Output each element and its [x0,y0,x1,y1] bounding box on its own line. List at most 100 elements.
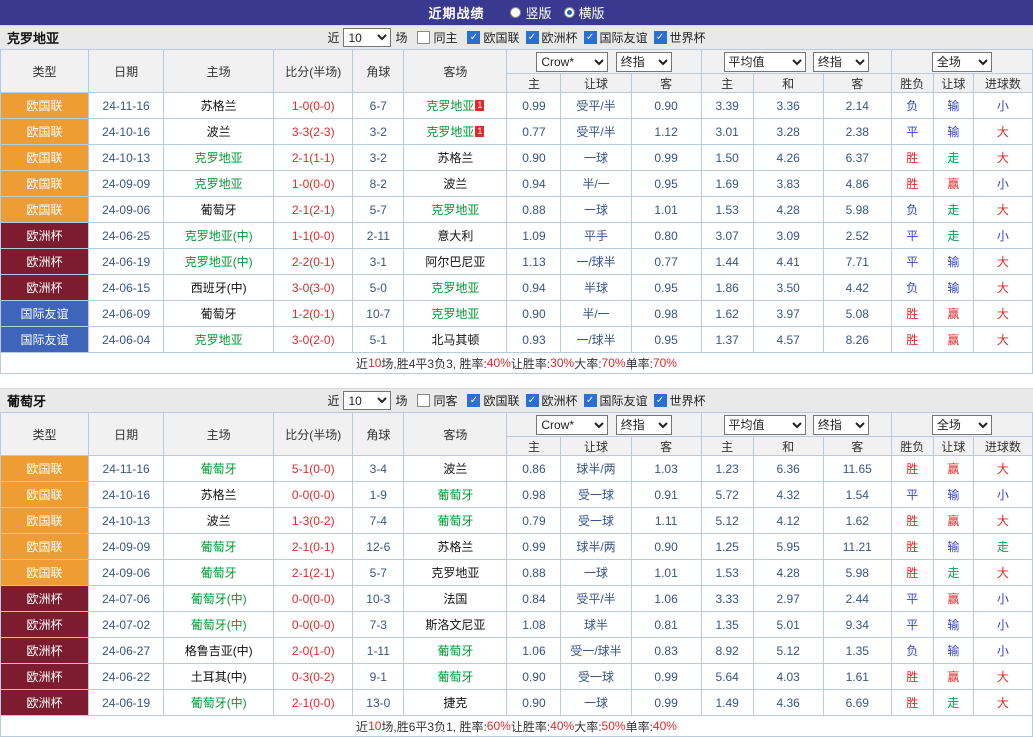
avg-odds-draw: 3.50 [752,274,824,301]
result-handicap: 赢 [932,585,974,612]
odds-time-select[interactable]: 终指 [615,51,672,72]
summary-segment: 40% [486,356,511,370]
avg-odds-away: 11.21 [822,533,892,560]
corner-count: 7-4 [352,507,405,534]
away-team: 苏格兰 [403,533,508,560]
match-row: 欧国联 24-09-06 葡萄牙 2-1(2-1) 5-7 克罗地亚 0.88 一球 1.01 1… [0,196,1033,223]
section-gap [0,374,1033,388]
away-team: 法国 [403,585,508,612]
result-outcome: 负 [890,637,934,664]
team-section: 葡萄牙 近 10 场 同客 ✓ 欧国联 ✓ 欧洲杯 ✓ 国际友谊 ✓ 世界杯 类… [0,388,1033,737]
summary-segment: 场,胜6平3负1, 胜率: [381,719,487,734]
avg-odds-home: 1.44 [700,248,754,275]
handicap-odds-home: 0.88 [506,559,562,586]
scope-select[interactable]: 全场 [931,414,992,435]
comp-filter-world-cup[interactable]: ✓ 世界杯 [653,392,706,409]
avg-value-select[interactable]: 平均值 [723,51,806,72]
match-row: 欧洲杯 24-07-02 葡萄牙(中) 0-0(0-0) 7-3 斯洛文尼亚 1.08 球半 0… [0,611,1033,638]
same-venue-filter[interactable]: 同客 [417,392,457,409]
match-date: 24-10-13 [88,144,165,171]
away-team: 葡萄牙 [403,481,508,508]
home-team-name: 葡萄牙(中) [190,696,247,710]
result-outcome: 平 [890,248,934,275]
scope-select[interactable]: 全场 [931,51,992,72]
result-outcome: 胜 [890,507,934,534]
avg-odds-home: 1.53 [700,196,754,223]
comp-filter-euro-cup[interactable]: ✓ 欧洲杯 [525,29,578,46]
corner-count: 5-7 [352,196,405,223]
layout-radio-horizontal[interactable]: 横版 [563,3,605,22]
comp-filter-nations-league[interactable]: ✓ 欧国联 [467,29,520,46]
checkbox-icon: ✓ [583,394,597,407]
home-team-name: 克罗地亚 [194,177,243,191]
subcol-result-outcome: 胜负 [890,73,934,93]
col-header-home: 主场 [163,49,275,93]
away-team-name: 克罗地亚 [426,125,475,139]
sections-container: 克罗地亚 近 10 场 同主 ✓欧国联✓欧洲杯✓国际友谊✓世界杯 [0,25,1033,737]
handicap-odds-away: 0.99 [630,689,702,716]
avg-value-select[interactable]: 平均值 [723,414,806,435]
handicap-odds-away: 1.11 [630,507,702,534]
layout-radio-vertical[interactable]: 竖版 [510,3,552,22]
recent-results-page: 近期战绩 竖版 横版 克罗地亚 近 10 场 同主 ✓ 欧国联 ✓ 欧洲杯 ✓ 国际友谊 ✓ 世… [0,0,1033,737]
odds-company-select[interactable]: Crow* [536,414,609,435]
competition-badge: 欧国联 [0,118,90,145]
match-date: 24-11-16 [88,455,165,482]
away-team: 葡萄牙 [403,637,508,664]
match-row: 欧国联 24-11-16 葡萄牙 5-1(0-0) 3-4 波兰 0.86 球半/两 1.03 1… [0,455,1033,482]
away-team-name: 苏格兰 [437,151,474,165]
result-goals: 小 [972,481,1033,508]
col-header-type: 类型 [0,49,90,93]
same-venue-filter[interactable]: 同主 [417,29,457,46]
match-score: 0-0(0-0) [273,585,354,612]
subcol-handicap-home: 主 [506,436,562,456]
competition-filters: ✓ 欧国联 ✓ 欧洲杯 ✓ 国际友谊 ✓ 世界杯 [461,29,706,46]
avg-time-select[interactable]: 终指 [812,51,869,72]
competition-badge: 欧洲杯 [0,248,90,275]
avg-odds-away: 8.26 [822,326,892,353]
summary-segment: 70% [652,356,677,370]
team-section: 克罗地亚 近 10 场 同主 ✓欧国联✓欧洲杯✓国际友谊✓世界杯 [0,25,1033,388]
result-goals: 小 [972,170,1033,197]
odds-time-select[interactable]: 终指 [615,414,672,435]
result-handicap: 走 [932,559,974,586]
avg-time-select[interactable]: 终指 [812,414,869,435]
away-team: 波兰 [403,455,508,482]
competition-badge: 国际友谊 [0,300,90,327]
avg-odds-home: 1.62 [700,300,754,327]
result-goals: 大 [972,300,1033,327]
competition-badge: 欧洲杯 [0,585,90,612]
handicap-odds-away: 1.06 [630,585,702,612]
comp-filter-intl-friendly[interactable]: ✓ 国际友谊 [583,392,648,409]
subcol-result-outcome: 胜负 [890,436,934,456]
match-score: 2-1(0-1) [273,533,354,560]
corner-count: 10-7 [352,300,405,327]
comp-filter-intl-friendly[interactable]: ✓ 国际友谊 [583,29,648,46]
match-count-select[interactable]: 10 [343,28,392,47]
avg-odds-away: 2.14 [822,92,892,119]
summary-segment: 10 [368,356,382,370]
odds-company-select[interactable]: Crow* [536,51,609,72]
comp-filter-nations-league[interactable]: ✓ 欧国联 [467,392,520,409]
avg-odds-draw: 4.41 [752,248,824,275]
home-team-name: 克罗地亚 [194,151,243,165]
red-card-badge: 1 [475,100,485,111]
avg-odds-home: 1.49 [700,689,754,716]
handicap-odds-away: 0.80 [630,222,702,249]
avg-odds-draw: 4.57 [752,326,824,353]
result-outcome: 平 [890,611,934,638]
competition-badge: 欧洲杯 [0,689,90,716]
comp-filter-euro-cup[interactable]: ✓ 欧洲杯 [525,392,578,409]
comp-filter-world-cup[interactable]: ✓ 世界杯 [653,29,706,46]
result-outcome: 胜 [890,326,934,353]
radio-icon [510,7,522,18]
avg-odds-draw: 4.12 [752,507,824,534]
handicap-odds-away: 0.90 [630,92,702,119]
handicap-line: 受一球 [560,663,632,690]
subcol-avg-draw: 和 [752,73,824,93]
match-count-select[interactable]: 10 [343,391,392,410]
result-outcome: 负 [890,196,934,223]
avg-odds-away: 4.42 [822,274,892,301]
away-team: 斯洛文尼亚 [403,611,508,638]
handicap-odds-away: 1.01 [630,559,702,586]
